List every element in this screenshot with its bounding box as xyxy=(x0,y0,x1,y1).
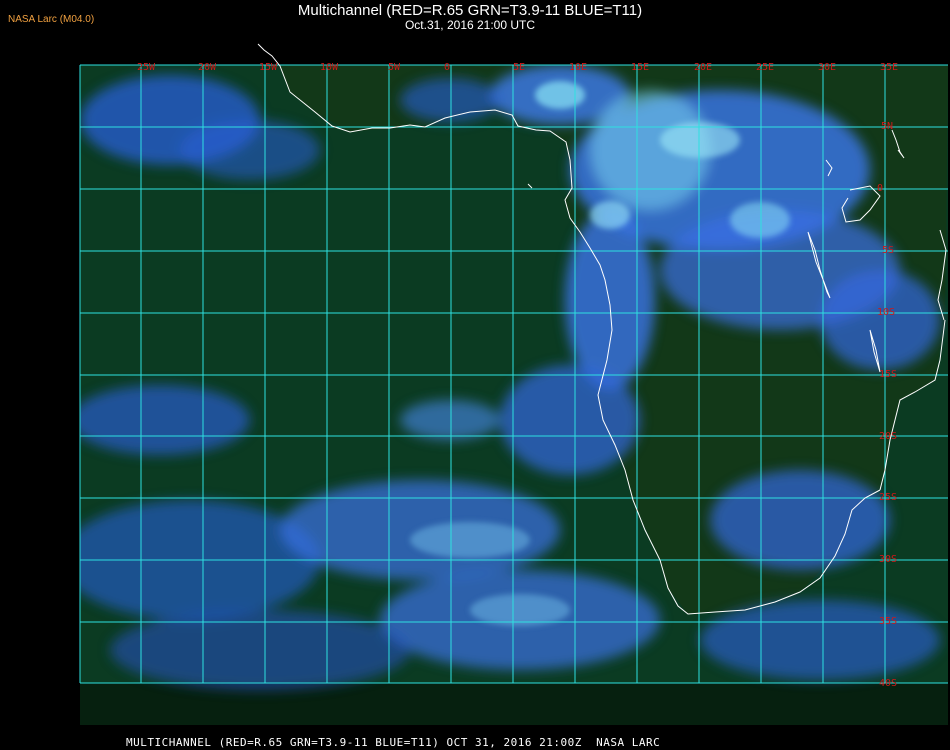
lon-label-15e: 15E xyxy=(631,62,649,73)
lon-label-5w: 5W xyxy=(388,62,401,73)
lon-label-20e: 20E xyxy=(694,62,712,73)
lon-label-15w: 15W xyxy=(259,62,278,73)
lat-label-30s: 30S xyxy=(879,554,897,565)
lat-label-35s: 35S xyxy=(879,616,897,627)
lat-label-0: 0 xyxy=(877,183,883,194)
lon-label-25w: 25W xyxy=(137,62,156,73)
lat-label-5s: 5S xyxy=(882,245,894,256)
lat-label-15s: 15S xyxy=(879,369,897,380)
lon-label-20w: 20W xyxy=(198,62,217,73)
lat-label-5n: 5N xyxy=(881,121,893,132)
map-timestamp: Oct.31, 2016 21:00 UTC xyxy=(404,18,536,32)
lon-label-5e: 5E xyxy=(513,62,525,73)
satellite-map: 25W 20W 15W 10W 5W 0 5E 10E 15E 20E 25E … xyxy=(79,43,948,725)
map-title: Multichannel (RED=R.65 GRN=T3.9-11 BLUE=… xyxy=(297,2,643,19)
lon-label-10e: 10E xyxy=(569,62,587,73)
lon-label-30e: 30E xyxy=(818,62,836,73)
lon-label-25e: 25E xyxy=(756,62,774,73)
lat-label-10s: 10S xyxy=(877,307,895,318)
lat-label-25s: 25S xyxy=(879,492,897,503)
lon-label-10w: 10W xyxy=(320,62,339,73)
lat-label-20s: 20S xyxy=(879,431,897,442)
lower-dark-band xyxy=(80,683,948,725)
lat-label-40s: 40S xyxy=(879,678,897,689)
lon-label-35e: 35E xyxy=(880,62,898,73)
footer-caption: MULTICHANNEL (RED=R.65 GRN=T3.9-11 BLUE=… xyxy=(126,736,661,749)
lon-label-0: 0 xyxy=(444,62,450,73)
